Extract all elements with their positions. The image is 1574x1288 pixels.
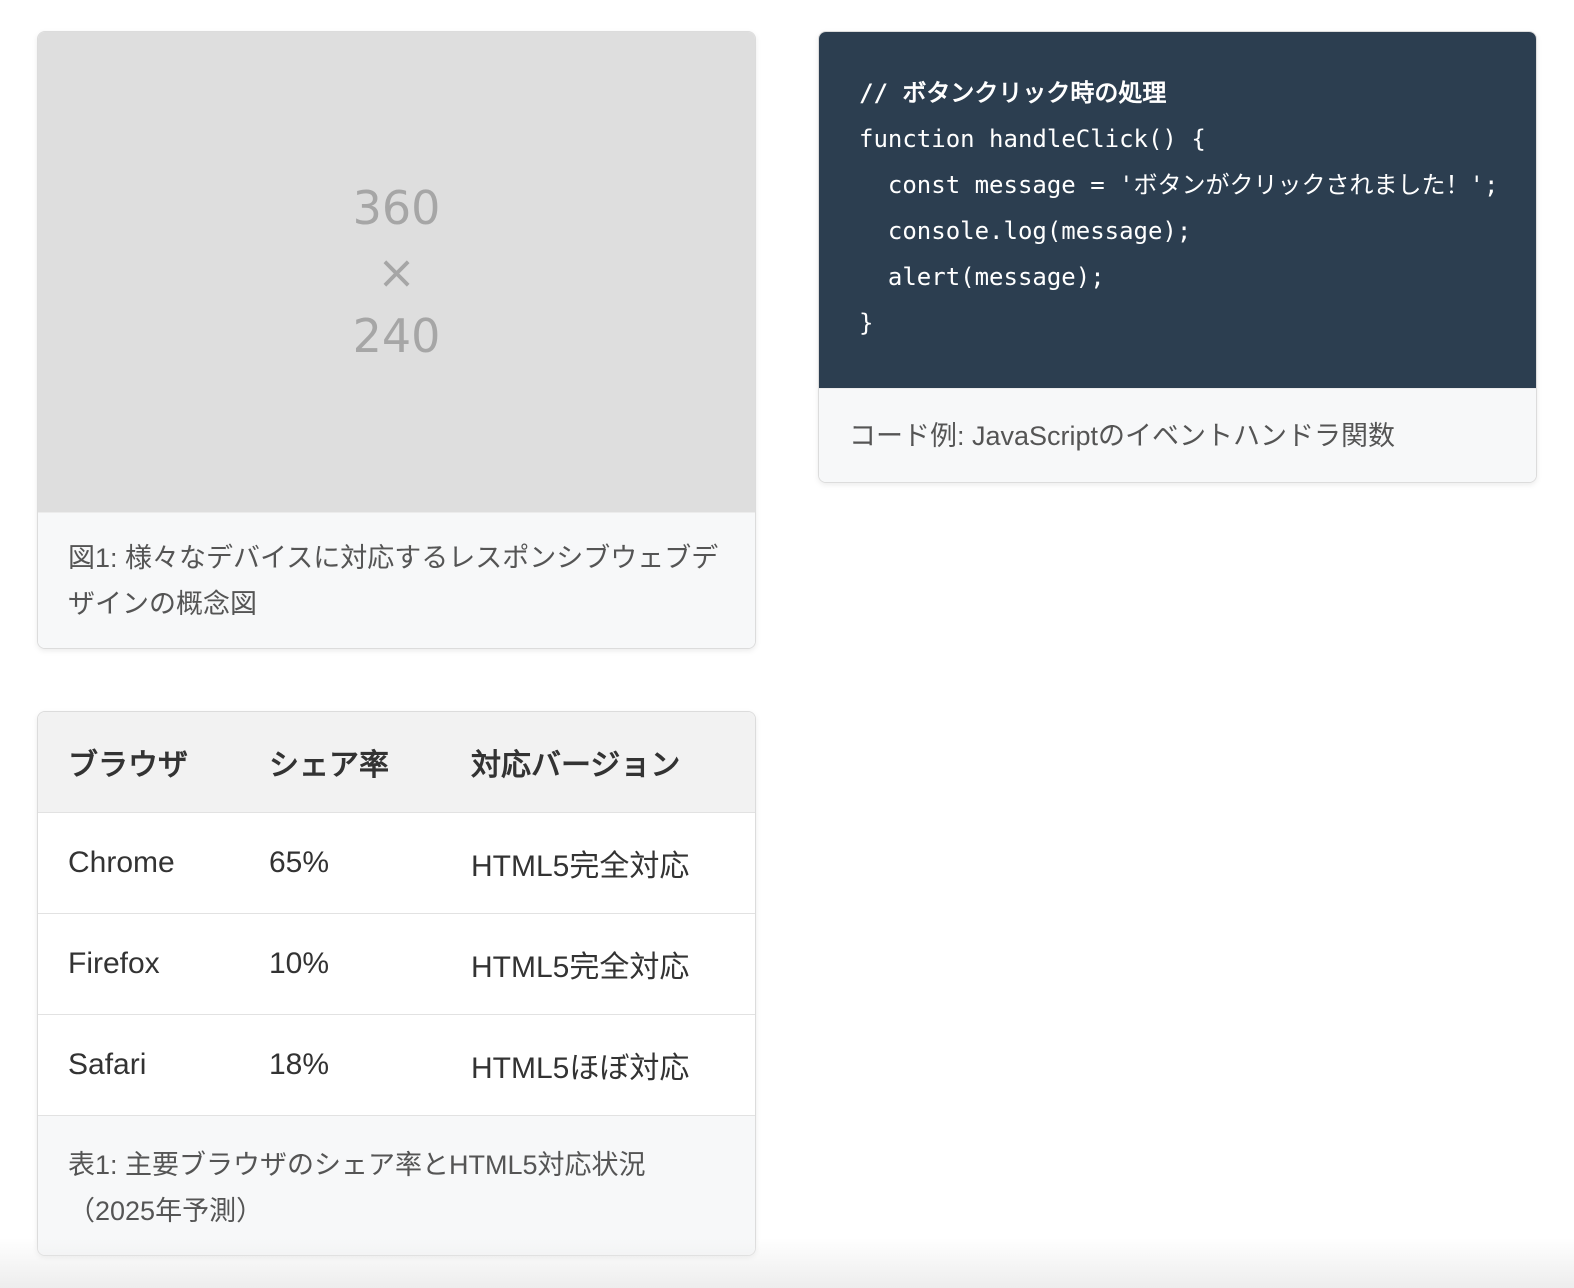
code-caption: コード例: JavaScriptのイベントハンドラ関数 — [819, 388, 1536, 482]
table-caption: 表1: 主要ブラウザのシェア率とHTML5対応状況（2025年予測） — [38, 1115, 755, 1255]
placeholder-times: × — [377, 245, 416, 299]
placeholder-width: 360 — [352, 181, 441, 235]
figure-caption: 図1: 様々なデバイスに対応するレスポンシブウェブデザインの概念図 — [38, 512, 755, 648]
table-row: Safari 18% HTML5ほぼ対応 — [38, 1013, 755, 1115]
code-block: // ボタンクリック時の処理 function handleClick() { c… — [819, 32, 1536, 388]
table-row: Chrome 65% HTML5完全対応 — [38, 811, 755, 913]
cell-version: HTML5ほぼ対応 — [441, 1013, 755, 1115]
code-card: // ボタンクリック時の処理 function handleClick() { c… — [818, 31, 1537, 483]
cell-browser: Chrome — [38, 811, 239, 913]
table-header-row: ブラウザ シェア率 対応バージョン — [38, 712, 755, 813]
cell-browser: Safari — [38, 1013, 239, 1115]
cell-version: HTML5完全対応 — [441, 912, 755, 1014]
cell-version: HTML5完全対応 — [441, 811, 755, 913]
figure-card: 360 × 240 図1: 様々なデバイスに対応するレスポンシブウェブデザインの… — [37, 31, 756, 649]
cell-share: 10% — [239, 912, 441, 1014]
cell-browser: Firefox — [38, 912, 239, 1014]
bottom-fade — [0, 1238, 1574, 1288]
header-browser: ブラウザ — [38, 712, 239, 813]
code-line-comment: // ボタンクリック時の処理 — [859, 79, 1167, 107]
browser-table: ブラウザ シェア率 対応バージョン Chrome 65% HTML5完全対応 F… — [38, 712, 755, 1115]
placeholder-image: 360 × 240 — [38, 32, 755, 512]
table-card: ブラウザ シェア率 対応バージョン Chrome 65% HTML5完全対応 F… — [37, 711, 756, 1256]
cell-share: 18% — [239, 1013, 441, 1115]
header-version: 対応バージョン — [441, 712, 755, 813]
code-line: function handleClick() { — [859, 125, 1206, 153]
cell-share: 65% — [239, 811, 441, 913]
table-row: Firefox 10% HTML5完全対応 — [38, 912, 755, 1014]
code-line: alert(message); — [859, 263, 1105, 291]
code-line: const message = 'ボタンがクリックされました！'; — [859, 171, 1499, 199]
placeholder-height: 240 — [352, 309, 441, 363]
code-line: console.log(message); — [859, 217, 1192, 245]
code-line: } — [859, 309, 874, 337]
header-share: シェア率 — [239, 712, 441, 813]
